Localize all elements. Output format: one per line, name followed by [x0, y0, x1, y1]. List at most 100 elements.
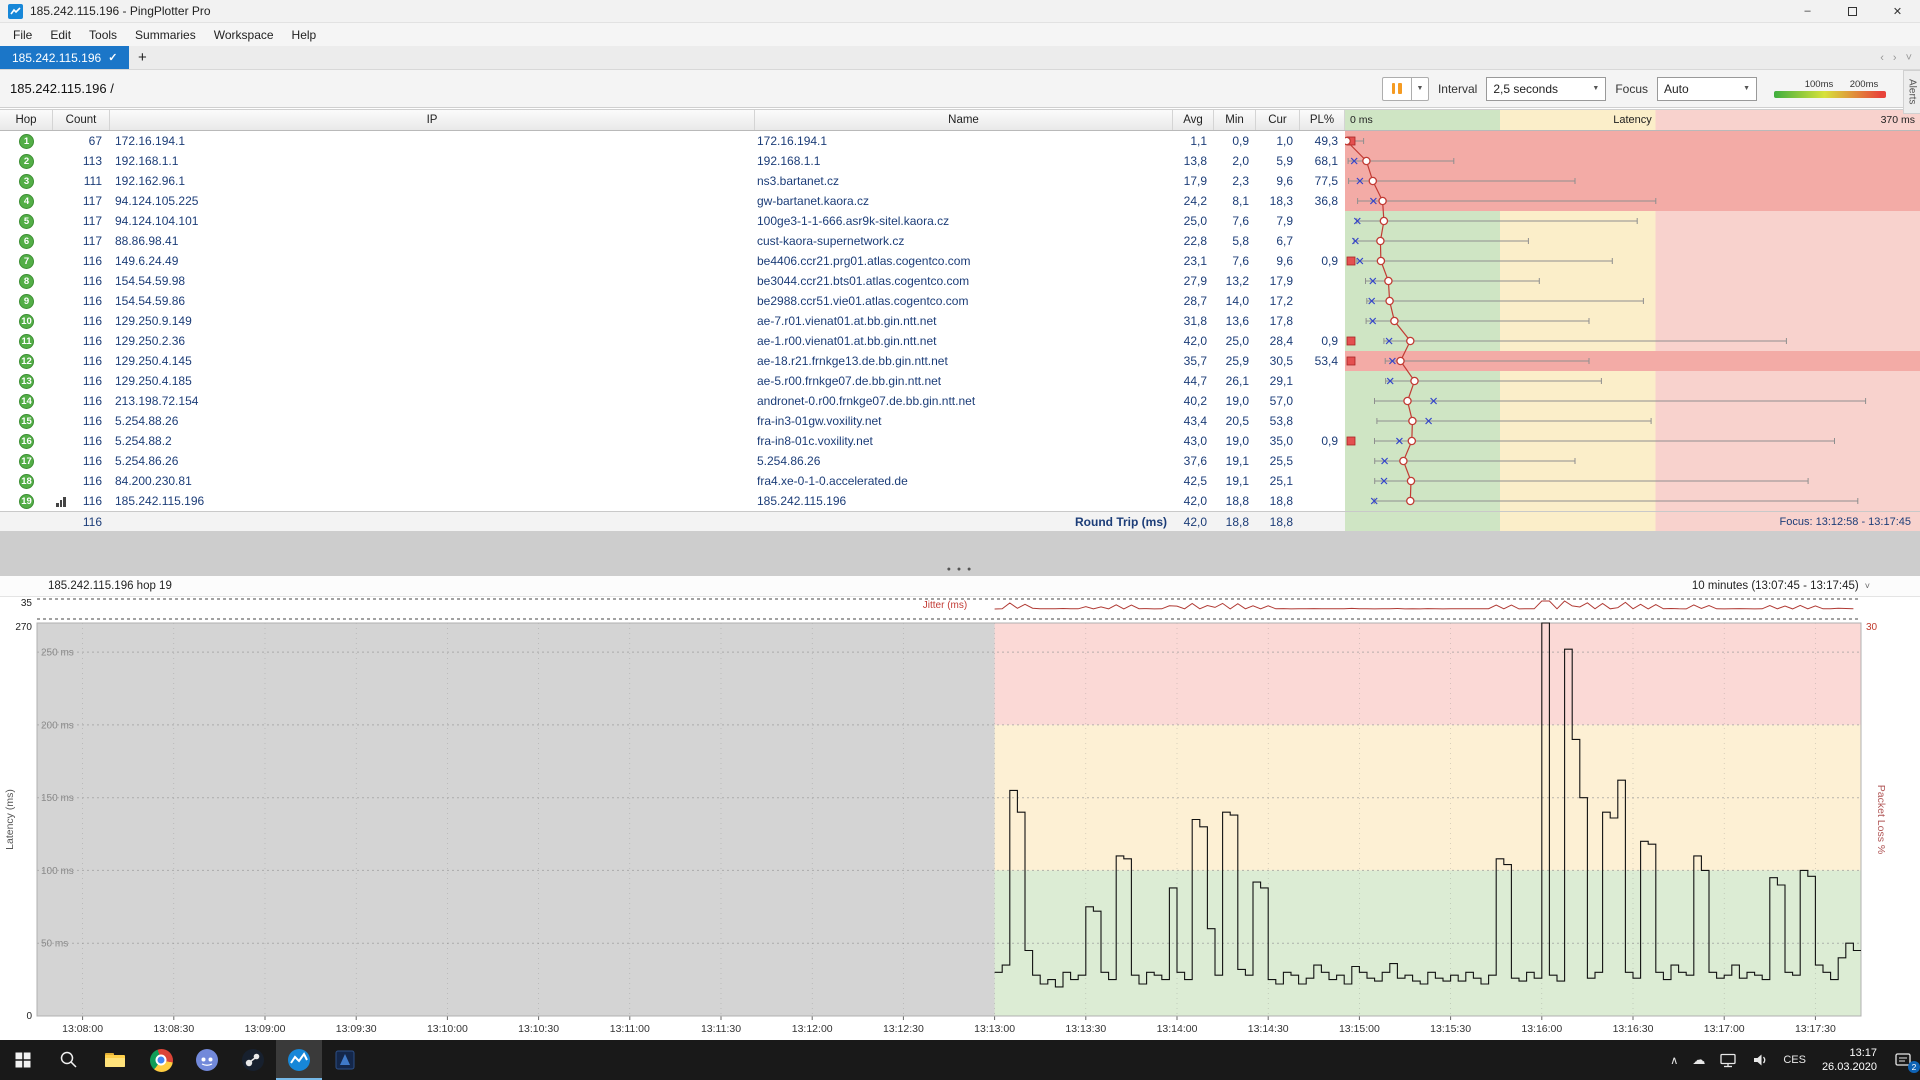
table-row[interactable]: 7 116 149.6.24.49 be4406.ccr21.prg01.atl… — [0, 251, 1920, 271]
graph-range-select[interactable]: 10 minutes (13:07:45 - 13:17:45) ˅ — [1692, 580, 1870, 592]
table-row[interactable]: 10 116 129.250.9.149 ae-7.r01.vienat01.a… — [0, 311, 1920, 331]
svg-text:13:17:00: 13:17:00 — [1704, 1023, 1745, 1035]
menu-summaries[interactable]: Summaries — [126, 23, 205, 46]
table-row[interactable]: 2 113 192.168.1.1 192.168.1.1 13,8 2,0 5… — [0, 151, 1920, 171]
hop-min: 18,8 — [1214, 491, 1256, 511]
hop-pl: 68,1 — [1300, 151, 1345, 171]
hop-latency-cell — [1345, 151, 1920, 171]
svg-text:13:09:00: 13:09:00 — [245, 1023, 286, 1035]
table-row[interactable]: 16 116 5.254.88.2 fra-in8-01c.voxility.n… — [0, 431, 1920, 451]
col-name[interactable]: Name — [755, 110, 1173, 130]
col-avg[interactable]: Avg — [1173, 110, 1214, 130]
hop-ip: 84.200.230.81 — [110, 471, 755, 491]
hop-ip: 192.162.96.1 — [110, 171, 755, 191]
table-row[interactable]: 9 116 154.54.59.86 be2988.ccr51.vie01.at… — [0, 291, 1920, 311]
tab-target[interactable]: 185.242.115.196 ✓ — [0, 46, 129, 69]
pingplotter-taskbar-icon[interactable] — [276, 1040, 322, 1080]
focus-select[interactable]: Auto ▼ — [1657, 77, 1757, 101]
table-row[interactable]: 13 116 129.250.4.185 ae-5.r00.frnkge07.d… — [0, 371, 1920, 391]
col-latency[interactable]: 0 ms Latency 370 ms — [1345, 110, 1920, 130]
col-hop[interactable]: Hop — [0, 110, 53, 130]
table-row[interactable]: 14 116 213.198.72.154 andronet-0.r00.frn… — [0, 391, 1920, 411]
hop-name: be3044.ccr21.bts01.atlas.cogentco.com — [755, 271, 1173, 291]
hop-number-badge: 2 — [19, 154, 34, 169]
menu-file[interactable]: File — [4, 23, 41, 46]
menu-tools[interactable]: Tools — [80, 23, 126, 46]
table-row[interactable]: 18 116 84.200.230.81 fra4.xe-0-1-0.accel… — [0, 471, 1920, 491]
maximize-button[interactable] — [1830, 0, 1875, 22]
svg-text:13:13:30: 13:13:30 — [1065, 1023, 1106, 1035]
hop-pl — [1300, 451, 1345, 471]
svg-text:13:10:30: 13:10:30 — [518, 1023, 559, 1035]
volume-icon[interactable] — [1744, 1040, 1776, 1080]
new-tab-button[interactable]: + — [129, 46, 155, 69]
hop-count: 67 — [53, 131, 110, 151]
hop-cur: 35,0 — [1256, 431, 1300, 451]
col-min[interactable]: Min — [1214, 110, 1256, 130]
hop-name: 192.168.1.1 — [755, 151, 1173, 171]
network-icon[interactable] — [1712, 1040, 1744, 1080]
table-row[interactable]: 12 116 129.250.4.145 ae-18.r21.frnkge13.… — [0, 351, 1920, 371]
hop-count: 116 — [53, 291, 110, 311]
table-row[interactable]: 5 117 94.124.104.101 100ge3-1-1-666.asr9… — [0, 211, 1920, 231]
table-row[interactable]: 8 116 154.54.59.98 be3044.ccr21.bts01.at… — [0, 271, 1920, 291]
onedrive-icon[interactable]: ☁ — [1685, 1040, 1712, 1080]
close-button[interactable]: ✕ — [1875, 0, 1920, 22]
svg-text:Jitter (ms): Jitter (ms) — [923, 600, 967, 611]
minimize-button[interactable]: – — [1785, 0, 1830, 22]
table-row[interactable]: 11 116 129.250.2.36 ae-1.r00.vienat01.at… — [0, 331, 1920, 351]
search-button[interactable] — [46, 1040, 92, 1080]
col-pl[interactable]: PL% — [1300, 110, 1345, 130]
tab-list-icon[interactable]: ˅ — [1906, 52, 1912, 64]
hop-ip: 129.250.2.36 — [110, 331, 755, 351]
file-explorer-icon[interactable] — [92, 1040, 138, 1080]
interval-select[interactable]: 2,5 seconds ▼ — [1486, 77, 1606, 101]
hop-avg: 42,0 — [1173, 331, 1214, 351]
latency-timeline-plot[interactable]: 250 ms200 ms150 ms100 ms50 ms13:08:0013:… — [0, 597, 1920, 1040]
hop-avg: 43,0 — [1173, 431, 1214, 451]
menu-edit[interactable]: Edit — [41, 23, 80, 46]
table-row[interactable]: 19 116 185.242.115.196 185.242.115.196 4… — [0, 491, 1920, 511]
hop-pl — [1300, 291, 1345, 311]
hop-count: 116 — [53, 391, 110, 411]
panel-splitter[interactable]: ● ● ● — [0, 531, 1920, 576]
table-row[interactable]: 6 117 88.86.98.41 cust-kaora-supernetwor… — [0, 231, 1920, 251]
col-cur[interactable]: Cur — [1256, 110, 1300, 130]
action-center-icon[interactable]: 2 — [1886, 1040, 1920, 1080]
table-header: Hop Count IP Name Avg Min Cur PL% 0 ms L… — [0, 109, 1920, 131]
table-row[interactable]: 3 111 192.162.96.1 ns3.bartanet.cz 17,9 … — [0, 171, 1920, 191]
pause-icon — [1392, 83, 1396, 94]
language-indicator[interactable]: CES — [1776, 1040, 1813, 1080]
hop-count: 116 — [53, 491, 110, 511]
table-row[interactable]: 15 116 5.254.88.26 fra-in3-01gw.voxility… — [0, 411, 1920, 431]
table-row[interactable]: 4 117 94.124.105.225 gw-bartanet.kaora.c… — [0, 191, 1920, 211]
hop-pl: 0,9 — [1300, 431, 1345, 451]
col-ip[interactable]: IP — [110, 110, 755, 130]
discord-icon[interactable] — [184, 1040, 230, 1080]
chrome-icon[interactable] — [138, 1040, 184, 1080]
app-icon — [8, 4, 23, 19]
tab-scroll-left-icon[interactable]: ‹ — [1880, 52, 1884, 64]
pause-dropdown-button[interactable]: ▼ — [1412, 77, 1429, 101]
table-row[interactable]: 1 67 172.16.194.1 172.16.194.1 1,1 0,9 1… — [0, 131, 1920, 151]
table-row[interactable]: 17 116 5.254.86.26 5.254.86.26 37,6 19,1… — [0, 451, 1920, 471]
tray-expand-icon[interactable]: ∧ — [1663, 1040, 1685, 1080]
hop-cur: 9,6 — [1256, 251, 1300, 271]
svg-text:50 ms: 50 ms — [41, 939, 68, 950]
summary-row: 116 Round Trip (ms) 42,0 18,8 18,8 Focus… — [0, 511, 1920, 531]
menu-help[interactable]: Help — [283, 23, 326, 46]
menu-workspace[interactable]: Workspace — [205, 23, 283, 46]
pinned-app-icon[interactable] — [322, 1040, 368, 1080]
splitter-handle-icon[interactable]: ● ● ● — [947, 566, 974, 576]
alerts-side-tab[interactable]: Alerts — [1903, 70, 1920, 114]
hop-latency-cell — [1345, 491, 1920, 511]
hop-number-badge: 12 — [19, 354, 34, 369]
pause-button[interactable] — [1382, 77, 1412, 101]
tab-scroll-right-icon[interactable]: › — [1893, 52, 1897, 64]
start-button[interactable] — [0, 1040, 46, 1080]
hop-latency-cell — [1345, 311, 1920, 331]
col-count[interactable]: Count — [53, 110, 110, 130]
clock[interactable]: 13:17 26.03.2020 — [1813, 1046, 1886, 1075]
hop-min: 14,0 — [1214, 291, 1256, 311]
steam-icon[interactable] — [230, 1040, 276, 1080]
